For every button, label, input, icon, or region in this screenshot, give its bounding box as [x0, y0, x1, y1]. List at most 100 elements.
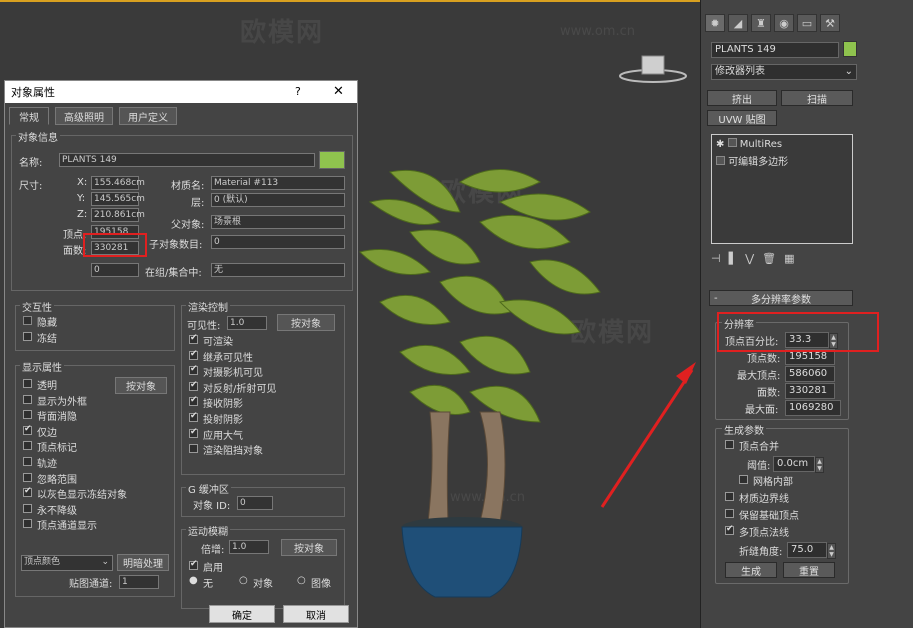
display-option-label: 顶点通道显示 [37, 521, 97, 533]
cancel-button[interactable]: 取消 [283, 605, 349, 623]
expand-icon[interactable] [727, 138, 737, 147]
extra-field: 0 [91, 263, 139, 277]
shaded-button[interactable]: 明暗处理 [117, 554, 169, 571]
modify-icon[interactable]: ◢ [728, 14, 748, 32]
tab-general[interactable]: 常规 [9, 107, 49, 125]
object-color-swatch[interactable] [319, 151, 345, 169]
crease-angle-field[interactable]: 75.0 ▲ ▼ [787, 542, 836, 559]
render-option-checkbox[interactable] [189, 349, 198, 360]
display-option-checkbox[interactable] [23, 424, 32, 435]
sweep-button[interactable]: 扫描 [781, 90, 853, 106]
visibility-field[interactable]: 1.0 [227, 316, 267, 330]
blur-enabled-checkbox[interactable] [189, 559, 198, 570]
expand-icon[interactable] [716, 156, 725, 165]
blur-by-object-button[interactable]: 按对象 [281, 539, 337, 556]
freeze-checkbox[interactable] [23, 332, 32, 341]
multires-rollout-header[interactable]: - 多分辨率参数 [709, 290, 853, 306]
children-field: 0 [211, 235, 345, 249]
render-option-label: 接收阴影 [203, 399, 243, 411]
display-option-checkbox[interactable] [23, 486, 32, 498]
display-option-label: 顶点标记 [37, 443, 77, 455]
tab-user-defined[interactable]: 用户定义 [119, 107, 177, 125]
stack-item-multires[interactable]: ✱ MultiRes [716, 138, 782, 152]
display-option-checkbox[interactable] [23, 394, 32, 404]
lightbulb-icon[interactable]: ✱ [716, 139, 724, 150]
stack-item-label: 可编辑多边形 [728, 157, 789, 168]
vertex-color-select[interactable]: 顶点颜色 ⌄ [21, 555, 113, 571]
render-option-checkbox[interactable] [189, 411, 198, 422]
utilities-icon[interactable]: ⚒ [820, 14, 840, 32]
render-by-object-button[interactable]: 按对象 [277, 314, 335, 331]
multiplier-field[interactable]: 1.0 [229, 540, 269, 554]
spinner-icon[interactable]: ▲ ▼ [827, 543, 836, 559]
extrude-button[interactable]: 挤出 [707, 90, 777, 106]
map-channel-label: 贴图通道: [69, 579, 113, 590]
tab-advanced-lighting[interactable]: 高级照明 [55, 107, 113, 125]
create-icon[interactable]: ✹ [705, 14, 725, 32]
pin-stack-icon[interactable]: ⊣ [711, 252, 721, 268]
render-option-checkbox[interactable] [189, 427, 198, 438]
within-mesh-checkbox[interactable] [739, 475, 748, 484]
remove-modifier-icon[interactable]: 🗑 [762, 252, 776, 268]
display-option-checkbox[interactable] [23, 457, 32, 466]
dims-label: 尺寸: [19, 181, 43, 192]
spinner-icon[interactable]: ▲ ▼ [815, 457, 824, 473]
max-verts-label: 最大顶点: [737, 371, 781, 382]
blur-image-radio[interactable]: ○ [297, 575, 306, 586]
command-tabs: ✹ ◢ ♜ ◉ ▭ ⚒ [705, 14, 840, 32]
render-option-checkbox[interactable] [189, 395, 198, 407]
material-boundaries-checkbox[interactable] [725, 492, 734, 501]
display-option-checkbox[interactable] [23, 410, 32, 420]
vertex-merge-checkbox[interactable] [725, 440, 734, 449]
help-button[interactable]: ? [295, 85, 301, 98]
display-option-checkbox[interactable] [23, 472, 32, 482]
render-option-checkbox[interactable] [189, 380, 198, 391]
vertex-merge-label: 顶点合并 [739, 442, 779, 453]
y-label: Y: [77, 193, 86, 204]
multi-vertex-normals-checkbox[interactable] [725, 524, 734, 535]
display-option-checkbox[interactable] [23, 503, 32, 513]
blur-object-radio[interactable]: ○ [239, 575, 248, 586]
collapse-icon: - [714, 292, 718, 304]
uvw-map-button[interactable]: UVW 贴图 [707, 110, 777, 126]
display-by-object-button[interactable]: 按对象 [115, 377, 167, 394]
render-option-checkbox[interactable] [189, 333, 198, 344]
stack-item-editable-poly[interactable]: 可编辑多边形 [716, 153, 789, 168]
hierarchy-icon[interactable]: ♜ [751, 14, 771, 32]
max-faces-label: 最大面: [745, 405, 779, 416]
display-option-checkbox[interactable] [23, 519, 32, 529]
vertex-color-value: 顶点颜色 [24, 557, 61, 567]
blur-object-label: 对象 [253, 579, 273, 590]
motion-icon[interactable]: ◉ [774, 14, 794, 32]
threshold-field[interactable]: 0.0cm ▲ ▼ [773, 456, 824, 473]
reset-button[interactable]: 重置 [783, 562, 835, 578]
keep-base-verts-checkbox[interactable] [725, 509, 734, 518]
render-option-label: 应用大气 [203, 430, 243, 442]
children-label: 子对象数目: [149, 240, 203, 251]
close-icon[interactable]: ✕ [333, 84, 344, 99]
faces-label: 面数: [757, 388, 781, 399]
render-option-checkbox[interactable] [189, 444, 198, 454]
modifier-stack[interactable]: ✱ MultiRes 可编辑多边形 [711, 134, 853, 244]
display-option-checkbox[interactable] [23, 379, 32, 388]
name-field[interactable]: PLANTS 149 [59, 153, 315, 167]
show-end-result-icon[interactable]: ▌ [729, 252, 737, 268]
display-option-checkbox[interactable] [23, 441, 32, 451]
blur-none-radio[interactable]: ● [189, 575, 198, 586]
modifier-list-select[interactable]: 修改器列表 ⌄ [711, 64, 857, 80]
generate-button[interactable]: 生成 [725, 562, 777, 578]
configure-sets-icon[interactable]: ▦ [784, 252, 794, 268]
map-channel-field[interactable]: 1 [119, 575, 159, 589]
object-name-field[interactable]: PLANTS 149 [711, 42, 839, 58]
render-option-checkbox[interactable] [189, 364, 198, 376]
ok-button[interactable]: 确定 [209, 605, 275, 623]
name-label: 名称: [19, 158, 43, 169]
display-option-label: 轨迹 [37, 459, 57, 470]
hide-checkbox[interactable] [23, 316, 32, 325]
material-field: Material #113 [211, 176, 345, 190]
display-icon[interactable]: ▭ [797, 14, 817, 32]
object-id-field[interactable]: 0 [237, 496, 273, 510]
object-color-swatch[interactable] [843, 41, 857, 57]
make-unique-icon[interactable]: ⋁ [745, 252, 754, 268]
object-id-label: 对象 ID: [193, 501, 231, 512]
